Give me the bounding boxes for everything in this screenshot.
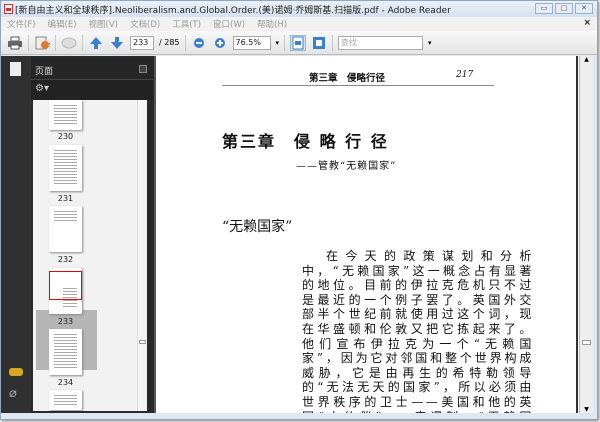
- thumbnail-scrollbar[interactable]: [137, 100, 147, 411]
- pdf-page: 第三章 侵略行径 217 第三章 侵 略 行 径 ——管教“无赖国家” “无赖国…: [156, 56, 578, 413]
- thumbnail-232[interactable]: [49, 206, 82, 252]
- close-button[interactable]: ✕: [575, 3, 593, 14]
- thumbnail-label: 234: [57, 378, 74, 387]
- menu-bar: 文件(F) 编辑(E) 视图(V) 文档(D) 工具(T) 窗口(W) 帮助(H…: [1, 17, 597, 31]
- thumbnail-label: 231: [57, 194, 74, 203]
- view-region-box[interactable]: [49, 271, 82, 300]
- menu-window[interactable]: 窗口(W): [213, 18, 245, 30]
- running-head: 第三章 侵略行径: [308, 73, 385, 84]
- options-gear-icon[interactable]: ⚙▾: [31, 80, 153, 100]
- app-window: [新自由主义和全球秩序].Neoliberalism.and.Global.Or…: [0, 0, 598, 420]
- thumbnail-list: 230 231 232 233 234: [33, 100, 147, 411]
- chevron-down-icon[interactable]: ▾: [276, 39, 280, 47]
- pages-icon[interactable]: [10, 62, 21, 76]
- thumbnail-233[interactable]: [49, 268, 82, 314]
- page-number: 217: [456, 70, 474, 80]
- search-input[interactable]: 查找: [338, 35, 424, 50]
- nav-icon-strip: ⌀: [1, 56, 31, 413]
- zoom-in-icon[interactable]: [212, 35, 228, 51]
- thumbnail-234[interactable]: [49, 329, 82, 375]
- print-icon[interactable]: [7, 35, 23, 51]
- pdf-icon: [4, 4, 13, 14]
- thumbnail-label: 232: [57, 255, 74, 264]
- pages-panel-header: 页面: [31, 58, 153, 80]
- close-document-button[interactable]: ×: [583, 18, 591, 28]
- thumbnail-label: 233: [57, 317, 74, 326]
- thumbnail-230[interactable]: [49, 100, 82, 130]
- next-page-icon[interactable]: [109, 35, 125, 51]
- scroll-down-arrow[interactable]: ▼: [580, 406, 593, 413]
- previous-page-icon[interactable]: [88, 35, 104, 51]
- menu-help[interactable]: 帮助(H): [257, 18, 287, 30]
- thumbnail-231[interactable]: [49, 145, 82, 191]
- search-dropdown-icon[interactable]: ▾: [428, 39, 432, 47]
- page-total: / 285: [159, 38, 180, 47]
- header-rule: [222, 85, 494, 86]
- document-view: 第三章 侵略行径 217 第三章 侵 略 行 径 ——管教“无赖国家” “无赖国…: [154, 56, 579, 413]
- chapter-subtitle: ——管教“无赖国家”: [296, 161, 397, 172]
- body-paragraph: 在今天的政策谋划和分析中，“无赖国家”这一概念占有显著的地位。目前的伊拉克危机只…: [302, 249, 534, 413]
- title-bar: [新自由主义和全球秩序].Neoliberalism.and.Global.Or…: [1, 1, 597, 17]
- menu-tools[interactable]: 工具(T): [172, 18, 201, 30]
- zoom-out-icon[interactable]: [191, 35, 207, 51]
- menu-view[interactable]: 视图(V): [89, 18, 118, 30]
- window-title: [新自由主义和全球秩序].Neoliberalism.and.Global.Or…: [15, 5, 451, 16]
- scroll-up-arrow[interactable]: ▲: [580, 56, 593, 63]
- toolbar: 233 / 285 76.5% ▾ 查找 ▾: [1, 31, 597, 55]
- maximize-button[interactable]: □: [555, 3, 573, 14]
- attachments-icon[interactable]: ⌀: [9, 386, 17, 402]
- fit-page-icon[interactable]: [290, 34, 307, 51]
- collapse-panel-button[interactable]: [139, 65, 147, 73]
- full-screen-icon[interactable]: [311, 35, 327, 51]
- navigation-pane: ⌀ 页面 ⚙▾ 230 231 232 233 234: [1, 56, 154, 413]
- document-scrollbar[interactable]: ▲ ▼: [579, 56, 593, 413]
- menu-document[interactable]: 文档(D): [130, 18, 160, 30]
- thumbnail-label: 230: [57, 132, 74, 141]
- chapter-title: 第三章 侵 略 行 径: [222, 132, 389, 151]
- minimize-button[interactable]: ▭: [535, 3, 553, 14]
- zoom-select[interactable]: 76.5%: [232, 35, 271, 50]
- menu-file[interactable]: 文件(F): [7, 18, 36, 30]
- comment-icon[interactable]: [61, 35, 77, 51]
- comments-icon[interactable]: [9, 368, 23, 376]
- panel-title: 页面: [35, 67, 54, 77]
- scroll-thumb[interactable]: [582, 340, 591, 345]
- page-number-input[interactable]: 233: [130, 35, 154, 50]
- thumbnail-235[interactable]: [49, 390, 82, 410]
- collaborate-icon[interactable]: [34, 35, 50, 51]
- section-heading: “无赖国家”: [222, 219, 293, 235]
- menu-edit[interactable]: 编辑(E): [48, 18, 77, 30]
